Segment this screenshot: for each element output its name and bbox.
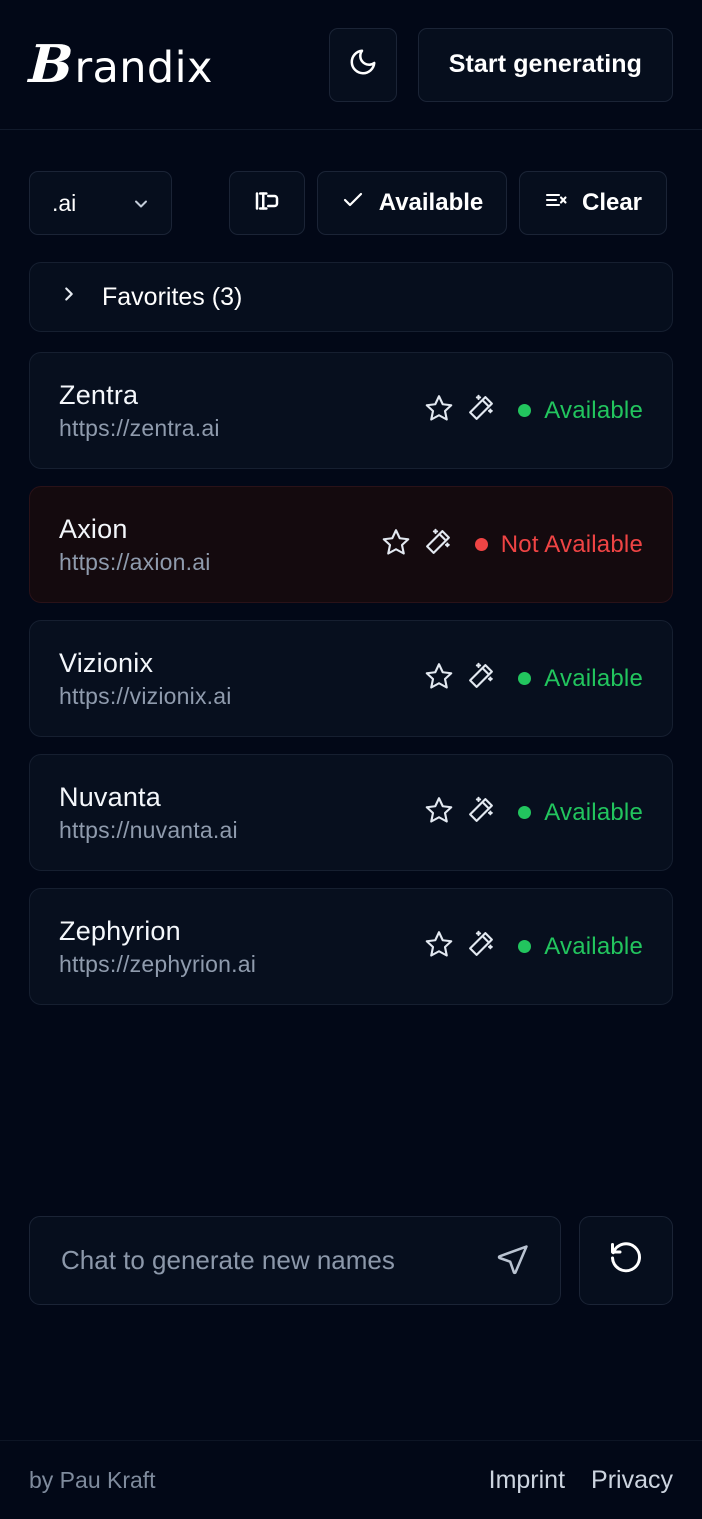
magic-wand-icon[interactable] [466, 929, 496, 964]
table-row[interactable]: Nuvanta https://nuvanta.ai Available [29, 754, 673, 871]
app-footer: by Pau Kraft Imprint Privacy [0, 1440, 702, 1519]
table-row[interactable]: Axion https://axion.ai Not Available [29, 486, 673, 603]
status-label: Not Available [500, 530, 643, 558]
brand-logo: Brandix [27, 33, 213, 95]
name-result-info: Vizionix https://vizionix.ai [59, 648, 232, 710]
domain-extension-select[interactable]: .ai [29, 171, 172, 235]
status-badge: Available [518, 933, 643, 961]
name-result-title: Zentra [59, 379, 139, 410]
start-generating-label: Start generating [448, 50, 642, 78]
magic-wand-icon[interactable] [466, 393, 496, 428]
send-button[interactable] [492, 1242, 534, 1279]
domain-extension-value: .ai [52, 189, 77, 216]
magic-wand-icon[interactable] [466, 795, 496, 830]
send-icon [496, 1242, 530, 1279]
name-result-url: https://zephyrion.ai [59, 950, 257, 977]
logo-wordmark: randix [74, 42, 213, 93]
magic-wand-icon[interactable] [466, 661, 496, 696]
footer-credit: by Pau Kraft [29, 1466, 156, 1493]
status-label: Available [544, 664, 643, 692]
favorites-label: Favorites (3) [102, 282, 243, 311]
magic-wand-icon[interactable] [423, 527, 453, 562]
app-header: Brandix Start generating [0, 0, 702, 130]
name-result-url: https://vizionix.ai [59, 682, 232, 709]
name-result-title: Axion [59, 513, 128, 544]
star-icon[interactable] [424, 393, 454, 428]
star-icon[interactable] [381, 527, 411, 562]
status-dot-icon [518, 404, 532, 417]
chevron-right-icon [58, 283, 80, 312]
reset-button[interactable] [579, 1216, 673, 1305]
status-badge: Available [518, 799, 643, 827]
favorites-section-toggle[interactable]: Favorites (3) [29, 262, 673, 332]
footer-links: Imprint Privacy [489, 1466, 673, 1495]
name-result-actions: Available [424, 661, 643, 696]
available-filter-button[interactable]: Available [317, 171, 507, 235]
name-result-actions: Available [424, 929, 643, 964]
logo-initial: B [27, 33, 76, 95]
name-result-icon-group [424, 393, 496, 428]
moon-icon [348, 47, 378, 82]
name-result-info: Zephyrion https://zephyrion.ai [59, 916, 256, 978]
filter-bar: .ai Available Clear [0, 130, 702, 235]
clear-filters-label: Clear [581, 189, 643, 216]
name-result-actions: Not Available [381, 527, 643, 562]
name-result-url: https://axion.ai [59, 548, 211, 575]
status-dot-icon [474, 538, 488, 551]
status-label: Available [544, 932, 643, 960]
app-root: Brandix Start generating .ai Available C… [0, 0, 702, 1519]
footer-link-imprint[interactable]: Imprint [489, 1466, 565, 1495]
available-filter-label: Available [378, 189, 484, 216]
clear-filters-button[interactable]: Clear [519, 171, 667, 235]
star-icon[interactable] [424, 661, 454, 696]
name-result-title: Vizionix [59, 647, 154, 678]
chat-input[interactable] [61, 1245, 492, 1276]
check-icon [341, 188, 365, 219]
rotate-ccw-icon [608, 1240, 644, 1281]
name-result-url: https://zentra.ai [59, 414, 220, 441]
name-result-actions: Available [424, 393, 643, 428]
name-result-actions: Available [424, 795, 643, 830]
name-result-info: Zentra https://zentra.ai [59, 380, 220, 442]
name-result-icon-group [424, 661, 496, 696]
name-result-title: Zephyrion [59, 915, 181, 946]
list-x-icon [544, 188, 568, 219]
name-result-info: Nuvanta https://nuvanta.ai [59, 782, 238, 844]
status-dot-icon [518, 672, 532, 685]
name-results-list: Zentra https://zentra.ai Available Axion htt… [29, 352, 673, 1005]
status-badge: Not Available [474, 530, 643, 559]
star-icon[interactable] [424, 795, 454, 830]
name-result-url: https://nuvanta.ai [59, 816, 238, 843]
start-generating-button[interactable]: Start generating [417, 27, 673, 102]
name-result-icon-group [381, 527, 453, 562]
footer-link-privacy[interactable]: Privacy [591, 1466, 673, 1495]
status-badge: Available [518, 397, 643, 425]
name-length-filter-button[interactable] [229, 171, 305, 235]
table-row[interactable]: Zentra https://zentra.ai Available [29, 352, 673, 469]
table-row[interactable]: Vizionix https://vizionix.ai Available [29, 620, 673, 737]
table-row[interactable]: Zephyrion https://zephyrion.ai Available [29, 888, 673, 1005]
status-label: Available [544, 396, 643, 424]
name-result-title: Nuvanta [59, 781, 161, 812]
name-result-info: Axion https://axion.ai [59, 514, 211, 576]
status-dot-icon [518, 806, 532, 819]
chat-input-wrapper[interactable] [29, 1216, 561, 1305]
name-result-icon-group [424, 929, 496, 964]
theme-toggle-button[interactable] [328, 27, 397, 102]
chat-bar [29, 1216, 673, 1305]
text-width-icon [252, 186, 282, 221]
star-icon[interactable] [424, 929, 454, 964]
status-dot-icon [518, 940, 532, 953]
name-result-icon-group [424, 795, 496, 830]
status-badge: Available [518, 665, 643, 693]
status-label: Available [544, 798, 643, 826]
chevron-down-icon [131, 193, 151, 213]
